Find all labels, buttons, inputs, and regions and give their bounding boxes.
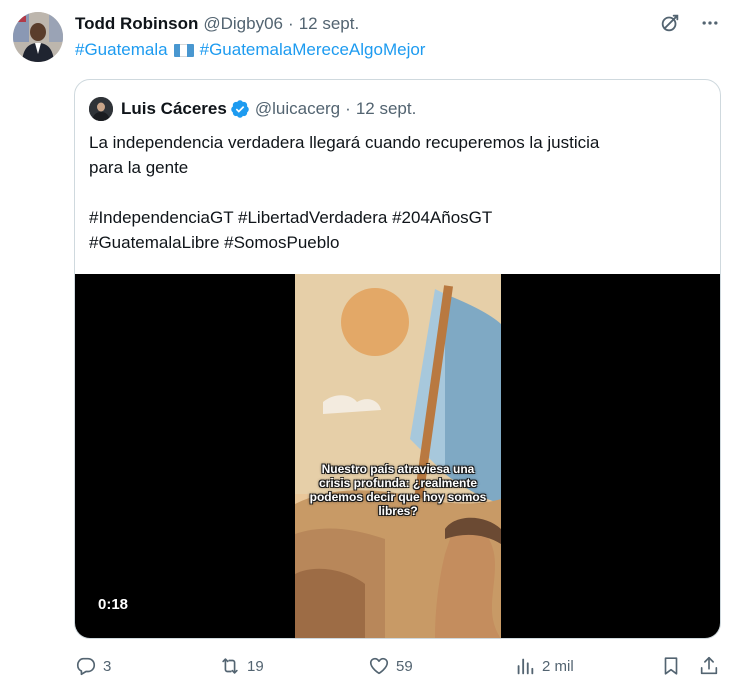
like-count: 59: [396, 657, 413, 675]
quoted-post-header: Luis Cáceres @luicacerg · 12 sept.: [89, 97, 417, 121]
reply-icon: [76, 657, 96, 676]
quoted-hashtags-line[interactable]: #IndependenciaGT #LibertadVerdadera #204…: [89, 205, 699, 230]
grok-icon[interactable]: [658, 11, 682, 35]
analytics-icon: [517, 658, 534, 675]
bookmark-button[interactable]: [660, 652, 682, 680]
reply-count: 3: [103, 657, 112, 675]
quoted-text-line: La independencia verdadera llegará cuand…: [89, 133, 600, 152]
share-icon: [700, 656, 718, 675]
post-header: Todd Robinson @Digby06 · 12 sept.: [75, 13, 359, 35]
repost-icon: [222, 658, 238, 674]
bookmark-icon: [664, 657, 678, 675]
more-options-icon[interactable]: [698, 11, 722, 35]
quoted-author-name[interactable]: Luis Cáceres: [121, 99, 227, 119]
video-caption: Nuestro país atraviesa una crisis profun…: [309, 462, 487, 518]
reply-button[interactable]: 3: [75, 652, 111, 680]
post-actions-bar: 3 19 59 2 mil: [0, 652, 736, 680]
post-date[interactable]: 12 sept.: [299, 14, 360, 34]
post-text: #Guatemala #GuatemalaMereceAlgoMejor: [75, 40, 425, 60]
author-name[interactable]: Todd Robinson: [75, 14, 198, 34]
view-count: 2 mil: [542, 657, 574, 675]
author-handle[interactable]: @Digby06: [203, 14, 283, 34]
quoted-hashtags-line[interactable]: #GuatemalaLibre #SomosPueblo: [89, 230, 699, 255]
repost-button[interactable]: 19: [219, 652, 264, 680]
guatemala-flag-icon: [173, 43, 194, 57]
repost-count: 19: [247, 657, 264, 675]
author-avatar[interactable]: [13, 12, 63, 62]
author-avatar-image: [13, 12, 63, 62]
quoted-header-separator: ·: [345, 99, 351, 118]
verified-badge-icon: [231, 100, 249, 118]
video-thumbnail-illustration: [295, 274, 501, 638]
video-frame: Nuestro país atraviesa una crisis profun…: [295, 274, 501, 638]
quoted-author-handle[interactable]: @luicacerg: [255, 99, 340, 119]
quoted-text-line: para la gente: [89, 158, 189, 177]
video-duration: 0:18: [92, 594, 135, 615]
hashtag-guatemala-merece[interactable]: #GuatemalaMereceAlgoMejor: [200, 40, 426, 60]
hashtag-guatemala[interactable]: #Guatemala: [75, 40, 168, 60]
quoted-text-line: [89, 180, 699, 205]
heart-icon: [369, 657, 389, 675]
header-separator: ·: [288, 14, 294, 33]
quoted-post[interactable]: Luis Cáceres @luicacerg · 12 sept. La in…: [74, 79, 721, 639]
quoted-post-date[interactable]: 12 sept.: [356, 99, 417, 119]
video-player[interactable]: Nuestro país atraviesa una crisis profun…: [75, 274, 720, 638]
header-actions: [658, 11, 722, 35]
like-button[interactable]: 59: [368, 652, 413, 680]
quoted-post-text: La independencia verdadera llegará cuand…: [89, 130, 699, 255]
share-button[interactable]: [698, 652, 720, 680]
views-button[interactable]: 2 mil: [514, 652, 574, 680]
quoted-author-avatar[interactable]: [89, 97, 113, 121]
